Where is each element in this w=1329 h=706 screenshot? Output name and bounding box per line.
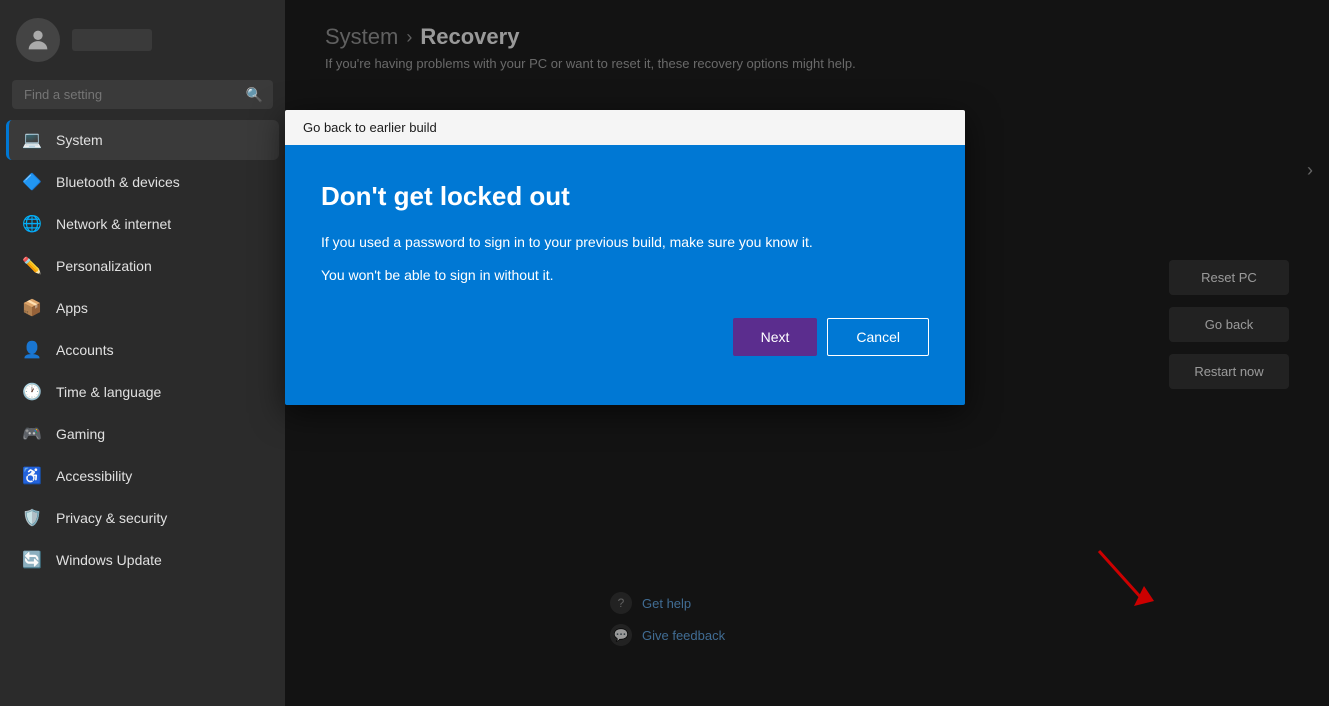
sidebar-item-privacy-label: Privacy & security (56, 510, 167, 526)
accounts-icon: 👤 (22, 340, 42, 360)
username-box (72, 29, 152, 51)
sidebar-item-time[interactable]: 🕐 Time & language (6, 372, 279, 412)
dialog-body: Don't get locked out If you used a passw… (285, 145, 965, 405)
time-icon: 🕐 (22, 382, 42, 402)
sidebar-item-update-label: Windows Update (56, 552, 162, 568)
search-icon: 🔍 (246, 86, 263, 103)
avatar (16, 18, 60, 62)
user-section (0, 0, 285, 74)
sidebar-item-system[interactable]: 💻 System (6, 120, 279, 160)
sidebar-item-apps-label: Apps (56, 300, 88, 316)
sidebar-item-accounts[interactable]: 👤 Accounts (6, 330, 279, 370)
sidebar-item-gaming-label: Gaming (56, 426, 105, 442)
sidebar-item-time-label: Time & language (56, 384, 161, 400)
dialog-title: Go back to earlier build (303, 120, 437, 135)
sidebar-item-bluetooth-label: Bluetooth & devices (56, 174, 180, 190)
dialog-footer: Next Cancel (321, 298, 929, 360)
personalization-icon: ✏️ (22, 256, 42, 276)
search-box[interactable]: 🔍 (12, 80, 273, 109)
sidebar-item-gaming[interactable]: 🎮 Gaming (6, 414, 279, 454)
sidebar-item-accounts-label: Accounts (56, 342, 114, 358)
cancel-button[interactable]: Cancel (827, 318, 929, 356)
sidebar-item-network[interactable]: 🌐 Network & internet (6, 204, 279, 244)
dialog-heading: Don't get locked out (321, 181, 929, 212)
system-icon: 💻 (22, 130, 42, 150)
sidebar-item-network-label: Network & internet (56, 216, 171, 232)
sidebar: 🔍 💻 System 🔷 Bluetooth & devices 🌐 Netwo… (0, 0, 285, 706)
nav-items: 💻 System 🔷 Bluetooth & devices 🌐 Network… (0, 119, 285, 706)
privacy-icon: 🛡️ (22, 508, 42, 528)
dialog-text2: You won't be able to sign in without it. (321, 265, 929, 286)
next-button[interactable]: Next (733, 318, 818, 356)
sidebar-item-privacy[interactable]: 🛡️ Privacy & security (6, 498, 279, 538)
sidebar-item-accessibility-label: Accessibility (56, 468, 132, 484)
sidebar-item-apps[interactable]: 📦 Apps (6, 288, 279, 328)
search-input[interactable] (12, 80, 273, 109)
sidebar-item-bluetooth[interactable]: 🔷 Bluetooth & devices (6, 162, 279, 202)
sidebar-item-accessibility[interactable]: ♿ Accessibility (6, 456, 279, 496)
sidebar-item-update[interactable]: 🔄 Windows Update (6, 540, 279, 580)
sidebar-item-personalization-label: Personalization (56, 258, 152, 274)
sidebar-item-system-label: System (56, 132, 103, 148)
network-icon: 🌐 (22, 214, 42, 234)
apps-icon: 📦 (22, 298, 42, 318)
sidebar-item-personalization[interactable]: ✏️ Personalization (6, 246, 279, 286)
dialog-text1: If you used a password to sign in to you… (321, 232, 929, 253)
gaming-icon: 🎮 (22, 424, 42, 444)
dialog-title-bar: Go back to earlier build (285, 110, 965, 145)
dialog: Go back to earlier build Don't get locke… (285, 110, 965, 405)
bluetooth-icon: 🔷 (22, 172, 42, 192)
accessibility-icon: ♿ (22, 466, 42, 486)
update-icon: 🔄 (22, 550, 42, 570)
